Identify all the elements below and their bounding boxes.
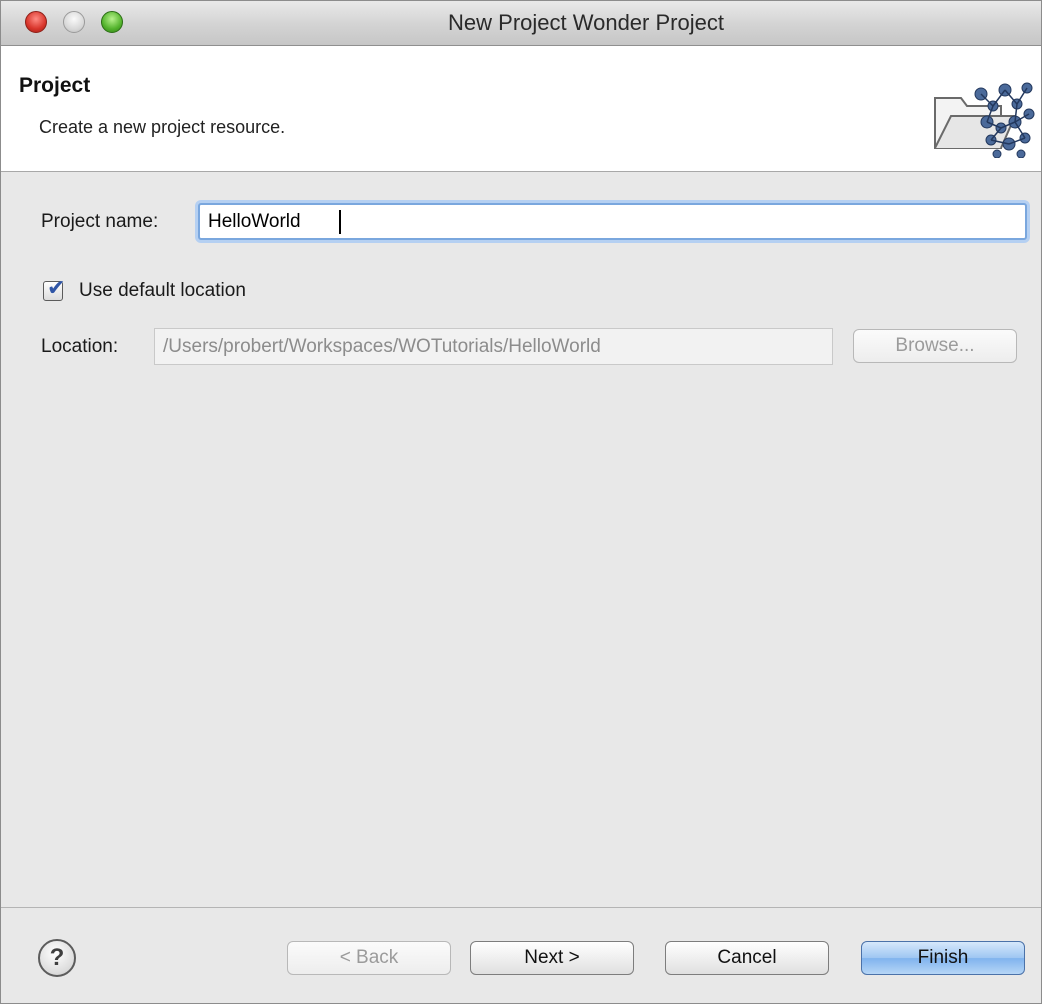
project-name-label: Project name: [41,211,159,232]
text-caret [339,210,341,234]
title-bar[interactable]: New Project Wonder Project [1,1,1041,46]
location-label: Location: [41,336,119,357]
browse-button[interactable]: Browse... [853,329,1017,363]
help-icon[interactable]: ? [38,939,76,977]
use-default-location-label[interactable]: Use default location [79,280,246,302]
wonder-wizard-icon [934,82,1035,158]
checkmark-icon: ✔ [47,275,66,300]
back-button[interactable]: < Back [287,941,451,975]
footer-divider [1,907,1041,908]
next-button[interactable]: Next > [470,941,634,975]
new-project-dialog: New Project Wonder Project Project Creat… [0,0,1042,1004]
window-title: New Project Wonder Project [448,10,724,35]
wizard-header: Project Create a new project resource. [1,46,1041,172]
page-description: Create a new project resource. [39,117,286,137]
location-input: /Users/probert/Workspaces/WOTutorials/He… [154,328,833,365]
page-title: Project [19,74,91,97]
use-default-location-checkbox[interactable]: ✔ [43,277,65,301]
cancel-button[interactable]: Cancel [665,941,829,975]
project-name-input[interactable] [198,203,1027,240]
finish-button[interactable]: Finish [861,941,1025,975]
